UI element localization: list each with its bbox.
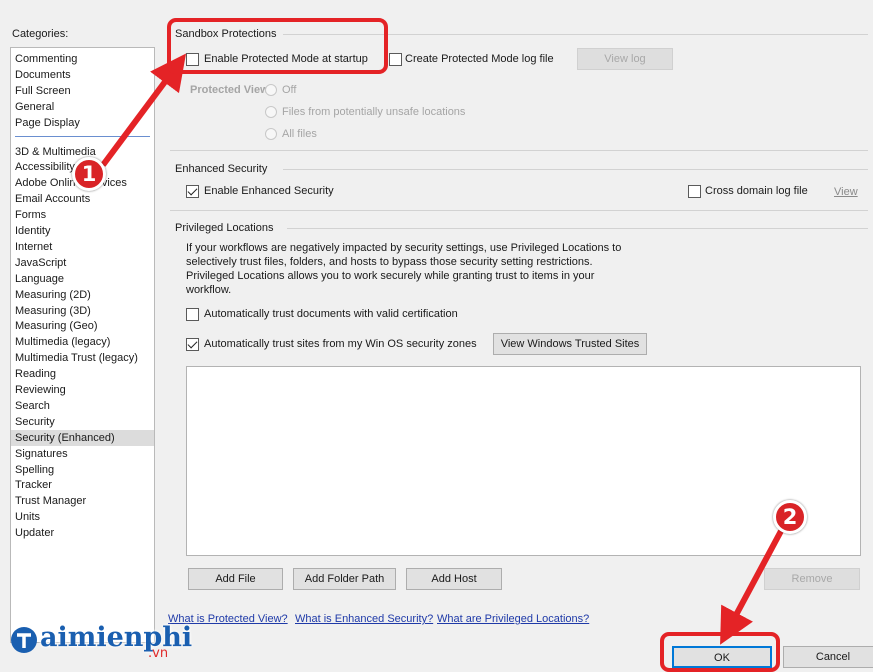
taimienphi-watermark: aimienphi .vn xyxy=(10,622,210,662)
step-1-badge: 1 xyxy=(72,157,106,191)
protected-mode-highlight xyxy=(167,18,388,74)
annotation-arrows xyxy=(100,53,784,645)
arrow-to-protected-mode xyxy=(100,53,187,167)
step-2-badge: 2 xyxy=(773,500,807,534)
brand-logo-icon xyxy=(11,627,37,653)
brand-name: aimienphi xyxy=(40,622,193,653)
ok-highlight xyxy=(660,632,780,672)
brand-suffix: .vn xyxy=(148,646,169,661)
arrow-to-ok xyxy=(720,529,784,645)
